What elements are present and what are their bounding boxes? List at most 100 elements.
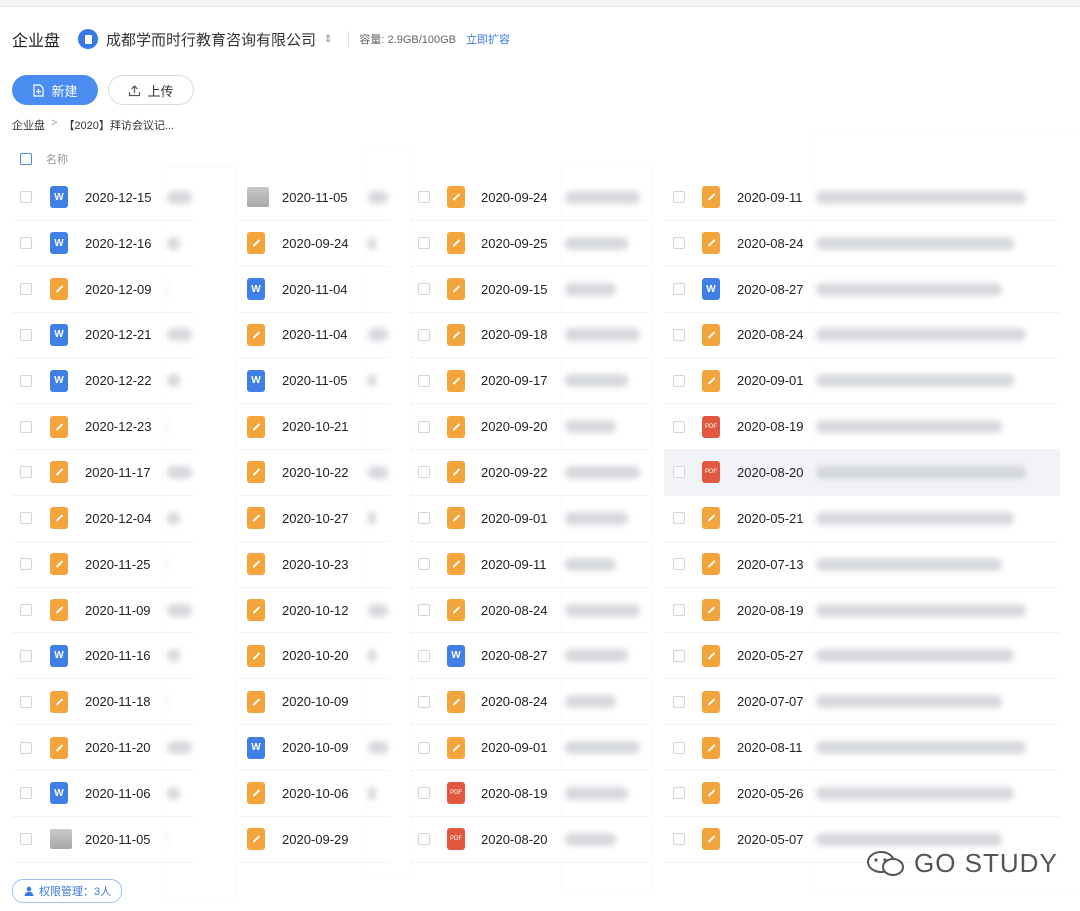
row-checkbox[interactable] [20,833,32,846]
file-row[interactable]: 2020-05-21 [664,496,1060,542]
org-switcher[interactable]: 成都学而时行教育咨询有限公司 [106,29,316,50]
row-checkbox[interactable] [418,695,430,708]
expand-storage-link[interactable]: 立即扩容 [466,31,510,47]
file-row[interactable]: 2020-11-05 [12,817,194,863]
row-checkbox[interactable] [418,833,430,846]
file-row[interactable]: 2020-12-09 [12,267,194,313]
row-checkbox[interactable] [20,374,32,387]
file-name[interactable]: 2020-08-24 [737,327,815,342]
file-name[interactable]: 2020-05-21 [737,511,815,526]
file-name[interactable]: 2020-10-27 [282,511,366,526]
file-name[interactable]: 2020-09-15 [481,282,561,297]
file-name[interactable]: 2020-09-18 [481,327,561,342]
file-row[interactable]: 2020-09-24 [238,221,390,267]
file-row[interactable]: 2020-09-18 [410,313,650,359]
chevron-updown-icon[interactable]: ⇕ [324,34,332,45]
file-row[interactable]: 2020-09-11 [664,175,1060,221]
file-row[interactable]: 2020-10-27 [238,496,390,542]
row-checkbox[interactable] [20,512,32,525]
file-name[interactable]: 2020-11-16 [85,648,163,663]
file-row[interactable]: W 2020-08-27 [664,267,1060,313]
file-row[interactable]: 2020-12-04 [12,496,194,542]
file-name[interactable]: 2020-10-06 [282,786,366,801]
file-name[interactable]: 2020-11-05 [85,832,163,847]
row-checkbox[interactable] [673,787,685,800]
file-name[interactable]: 2020-09-01 [481,511,561,526]
file-name[interactable]: 2020-11-06 [85,786,163,801]
file-row[interactable]: 2020-11-05 [238,175,390,221]
select-all-checkbox[interactable] [20,153,32,165]
file-name[interactable]: 2020-11-05 [282,373,366,388]
row-checkbox[interactable] [673,604,685,617]
row-checkbox[interactable] [20,695,32,708]
row-checkbox[interactable] [20,558,32,571]
file-name[interactable]: 2020-11-25 [85,557,163,572]
file-row[interactable]: 2020-09-17 [410,358,650,405]
file-row[interactable]: 2020-10-06 [238,771,390,817]
file-row[interactable]: 2020-10-23 [238,542,390,588]
file-row[interactable]: 2020-09-15 [410,267,650,313]
file-name[interactable]: 2020-08-20 [481,832,561,847]
file-row[interactable]: 2020-11-18 [12,679,194,726]
row-checkbox[interactable] [418,374,430,387]
file-row[interactable]: W 2020-11-16 [12,633,194,680]
new-button[interactable]: 新建 [12,75,98,105]
row-checkbox[interactable] [418,283,430,296]
file-name[interactable]: 2020-11-09 [85,603,163,618]
file-name[interactable]: 2020-10-23 [282,557,366,572]
file-row[interactable]: W 2020-10-09 [238,725,390,771]
file-name[interactable]: 2020-08-24 [481,603,561,618]
row-checkbox[interactable] [418,237,430,250]
file-row[interactable]: 2020-10-22 [238,450,390,496]
file-name[interactable]: 2020-09-11 [481,557,561,572]
row-checkbox[interactable] [418,328,430,341]
file-row[interactable]: W 2020-12-16 [12,221,194,267]
file-row[interactable]: 2020-07-13 [664,542,1060,588]
file-name[interactable]: 2020-07-07 [737,694,815,709]
file-name[interactable]: 2020-09-22 [481,465,561,480]
file-name[interactable]: 2020-11-04 [282,282,366,297]
file-row[interactable]: 2020-09-24 [410,175,650,221]
file-row[interactable]: PDF 2020-08-20 [410,817,650,863]
file-row[interactable]: 2020-10-21 [238,404,390,451]
file-name[interactable]: 2020-11-05 [282,190,366,205]
file-name[interactable]: 2020-11-20 [85,740,163,755]
row-checkbox[interactable] [673,649,685,662]
file-row[interactable]: 2020-12-23 [12,404,194,451]
file-name[interactable]: 2020-11-17 [85,465,163,480]
permission-badge[interactable]: 权限管理：3人 [12,879,123,903]
row-checkbox[interactable] [20,649,32,662]
file-row[interactable]: 2020-05-27 [664,633,1060,680]
file-name[interactable]: 2020-05-27 [737,648,815,663]
file-name[interactable]: 2020-09-24 [481,190,561,205]
row-checkbox[interactable] [673,833,685,846]
file-name[interactable]: 2020-08-24 [737,236,815,251]
file-row[interactable]: 2020-09-22 [410,450,650,496]
file-row[interactable]: 2020-09-01 [664,358,1060,405]
file-row[interactable]: 2020-08-19 [664,588,1060,634]
file-row[interactable]: 2020-08-24 [664,313,1060,359]
file-name[interactable]: 2020-12-21 [85,327,163,342]
file-name[interactable]: 2020-11-18 [85,694,163,709]
file-name[interactable]: 2020-08-19 [737,419,815,434]
file-name[interactable]: 2020-12-16 [85,236,163,251]
file-row[interactable]: 2020-08-24 [410,679,650,726]
row-checkbox[interactable] [20,604,32,617]
file-row[interactable]: 2020-11-20 [12,725,194,771]
row-checkbox[interactable] [418,649,430,662]
file-row[interactable]: W 2020-11-06 [12,771,194,817]
row-checkbox[interactable] [673,237,685,250]
file-name[interactable]: 2020-09-24 [282,236,366,251]
file-name[interactable]: 2020-09-25 [481,236,561,251]
file-row[interactable]: 2020-09-25 [410,221,650,267]
row-checkbox[interactable] [673,191,685,204]
row-checkbox[interactable] [418,466,430,479]
row-checkbox[interactable] [20,237,32,250]
file-name[interactable]: 2020-10-21 [282,419,366,434]
file-row[interactable]: 2020-09-29 [238,817,390,863]
row-checkbox[interactable] [673,420,685,433]
file-name[interactable]: 2020-09-01 [737,373,815,388]
file-name[interactable]: 2020-09-29 [282,832,366,847]
file-row[interactable]: W 2020-12-15 [12,175,194,221]
file-name[interactable]: 2020-05-26 [737,786,815,801]
